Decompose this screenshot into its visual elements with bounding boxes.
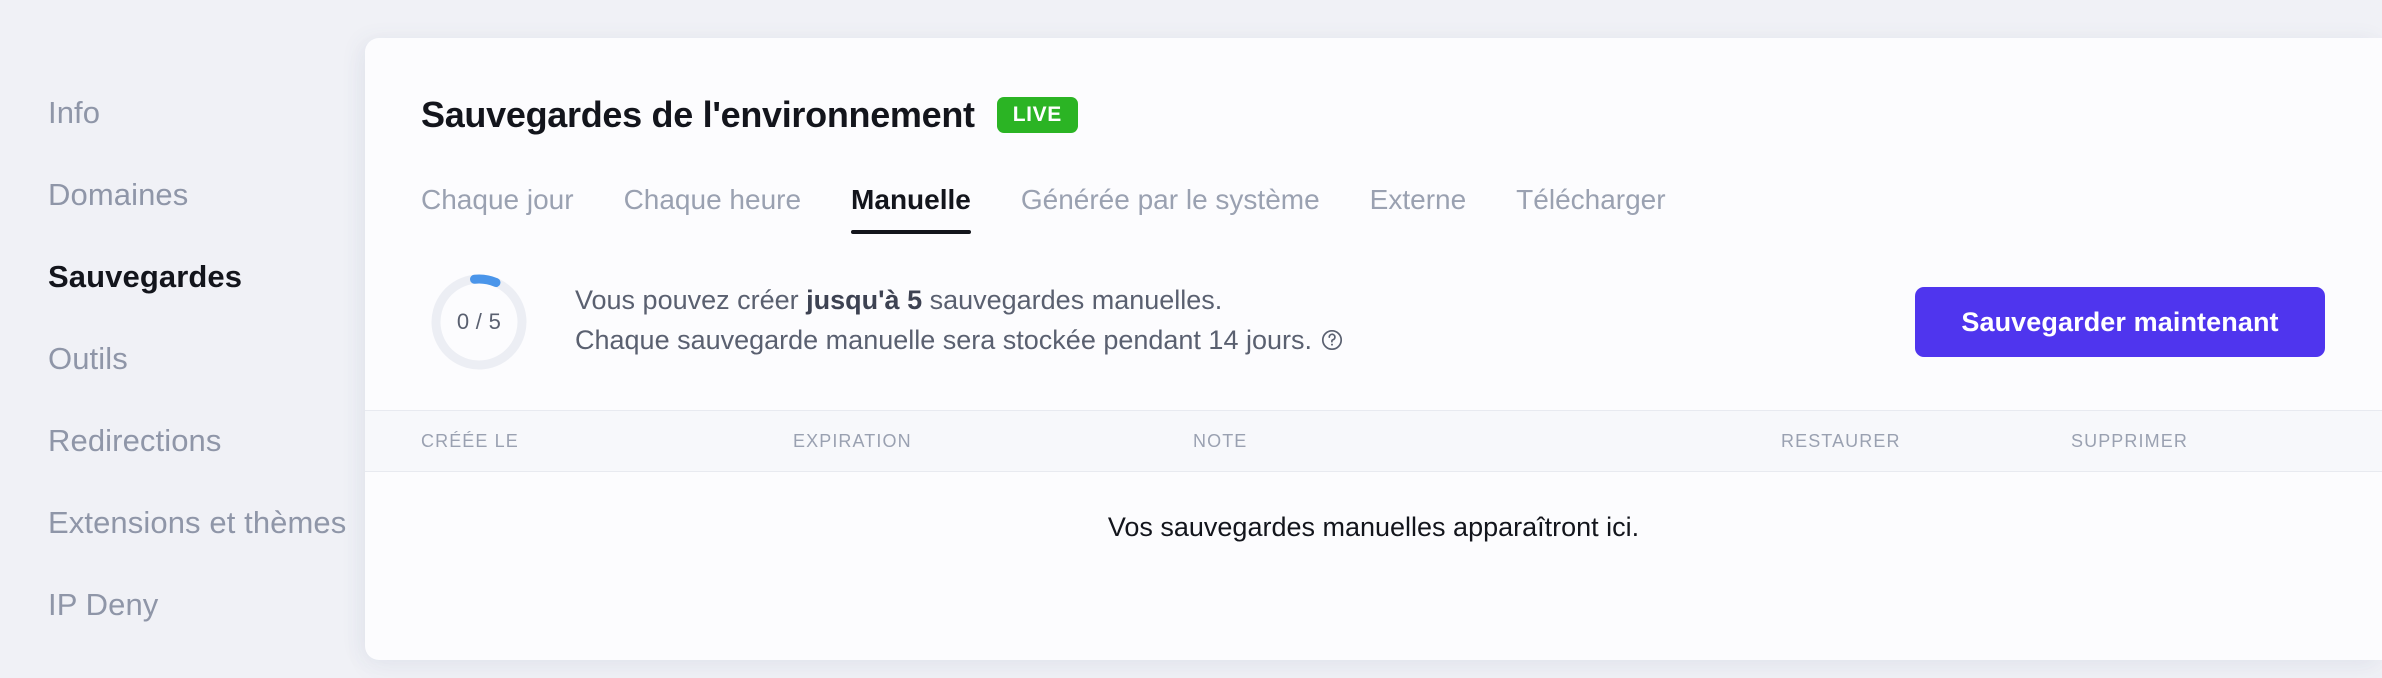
- column-header-delete: SUPPRIMER: [2071, 430, 2188, 451]
- sidebar-item-info[interactable]: Info: [0, 72, 365, 154]
- table-empty-state: Vos sauvegardes manuelles apparaîtront i…: [1107, 511, 1640, 542]
- status-badge: LIVE: [996, 97, 1078, 133]
- tab-bar: Chaque jour Chaque heure Manuelle Généré…: [365, 170, 2382, 234]
- question-circle-icon[interactable]: [1320, 324, 1344, 364]
- column-header-restore: RESTAURER: [1781, 430, 1901, 451]
- quota-line1-suffix: sauvegardes manuelles.: [922, 284, 1223, 315]
- table-header-row: CRÉÉE LE EXPIRATION NOTE RESTAURER SUPPR…: [365, 410, 2382, 472]
- tab-generee-par-le-systeme[interactable]: Générée par le système: [1021, 184, 1320, 234]
- page-title: Sauvegardes de l'environnement: [421, 94, 975, 135]
- quota-progress-ring: 0 / 5: [429, 272, 529, 372]
- column-header-note: NOTE: [1193, 430, 1248, 451]
- quota-line1-prefix: Vous pouvez créer: [575, 284, 807, 315]
- column-header-created: CRÉÉE LE: [421, 430, 519, 451]
- sidebar-item-sauvegardes[interactable]: Sauvegardes: [0, 236, 365, 318]
- sidebar-item-extensions-et-themes[interactable]: Extensions et thèmes: [0, 482, 365, 564]
- backups-page: Info Domaines Sauvegardes Outils Redirec…: [0, 0, 2382, 678]
- sidebar: Info Domaines Sauvegardes Outils Redirec…: [0, 0, 365, 678]
- backup-now-button[interactable]: Sauvegarder maintenant: [1915, 287, 2325, 357]
- tab-telecharger[interactable]: Télécharger: [1516, 184, 1665, 234]
- column-header-expiration: EXPIRATION: [793, 430, 912, 451]
- quota-line2-text: Chaque sauvegarde manuelle sera stockée …: [575, 324, 1312, 355]
- quota-line-2: Chaque sauvegarde manuelle sera stockée …: [575, 321, 1344, 364]
- quota-line1-strong: jusqu'à 5: [806, 284, 923, 315]
- sidebar-item-ip-deny[interactable]: IP Deny: [0, 564, 365, 646]
- quota-info-strip: 0 / 5 Vous pouvez créer jusqu'à 5 sauveg…: [365, 234, 2382, 410]
- sidebar-item-redirections[interactable]: Redirections: [0, 400, 365, 482]
- sidebar-item-outils[interactable]: Outils: [0, 318, 365, 400]
- backups-card: Sauvegardes de l'environnement LIVE Chaq…: [365, 38, 2382, 660]
- backups-table: CRÉÉE LE EXPIRATION NOTE RESTAURER SUPPR…: [365, 410, 2382, 582]
- tab-chaque-jour[interactable]: Chaque jour: [421, 184, 574, 234]
- card-header: Sauvegardes de l'environnement LIVE: [365, 38, 2382, 136]
- quota-ring-label: 0 / 5: [456, 309, 502, 334]
- quota-line-1: Vous pouvez créer jusqu'à 5 sauvegardes …: [575, 281, 1344, 321]
- tab-manuelle[interactable]: Manuelle: [851, 184, 971, 234]
- tab-chaque-heure[interactable]: Chaque heure: [624, 184, 801, 234]
- tab-externe[interactable]: Externe: [1370, 184, 1467, 234]
- sidebar-item-domaines[interactable]: Domaines: [0, 154, 365, 236]
- quota-description: Vous pouvez créer jusqu'à 5 sauvegardes …: [575, 281, 1344, 364]
